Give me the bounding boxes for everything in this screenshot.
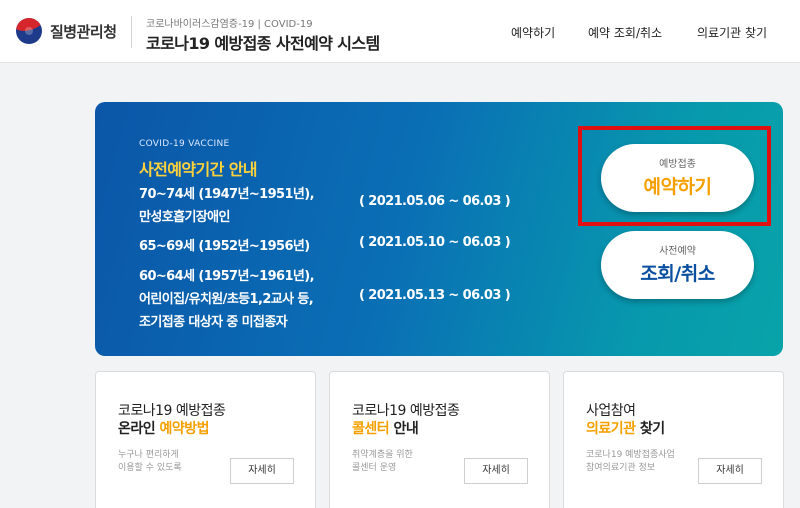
site-header: 질병관리청 코로나바이러스감염증-19 | COVID-19 코로나19 예방접… [0,0,800,63]
card-find-clinics: 사업참여 의료기관 찾기 코로나19 예방접종사업 참여의료기관 정보 자세히 [563,371,784,508]
kdca-emblem-icon [16,18,42,44]
lookup-cancel-button[interactable]: 사전예약 조회/취소 [601,231,754,299]
schedule-group-1-line-2: 만성호흡기장애인 [139,210,230,225]
card-title-highlight: 예약방법 [159,421,210,437]
schedule-group-2-line-1: 65~69세 (1952년~1956년) [139,239,310,254]
details-button[interactable]: 자세히 [230,458,294,484]
logo-text: 질병관리청 [50,22,117,41]
card-title-highlight: 의료기관 [586,421,636,437]
card-desc-line-2: 이용할 수 있도록 [118,463,182,473]
card-title-highlight: 콜센터 [352,421,390,437]
schedule-group-3-line-1: 60~64세 (1957년~1961년), [139,269,315,284]
card-desc-line-2: 콜센터 운영 [352,463,397,473]
card-title-plain: 온라인 [118,421,160,437]
card-online-booking-guide: 코로나19 예방접종 온라인 예약방법 누구나 편리하게 이용할 수 있도록 자… [95,371,316,508]
kdca-logo[interactable]: 질병관리청 [16,18,117,44]
lookup-button-label: 조회/취소 [640,263,715,285]
page-title: 코로나19 예방접종 사전예약 시스템 [146,34,380,53]
card-title-line-2: 콜센터 안내 [352,420,459,438]
header-divider [131,16,132,48]
card-title-suffix: 찾기 [635,421,665,437]
card-title-suffix: 안내 [389,421,419,437]
card-call-center: 코로나19 예방접종 콜센터 안내 취약계층을 위한 콜센터 운영 자세히 [329,371,550,508]
details-button[interactable]: 자세히 [698,458,762,484]
card-title-line-1: 사업참여 [586,403,636,419]
card-desc-line-2: 참여의료기관 정보 [586,463,656,473]
nav-find-clinic[interactable]: 의료기관 찾기 [697,24,767,41]
schedule-group-2-period: ( 2021.05.10 ~ 06.03 ) [359,235,511,250]
card-title: 코로나19 예방접종 온라인 예약방법 [118,402,226,438]
card-description: 코로나19 예방접종사업 참여의료기관 정보 [586,449,675,475]
banner-heading: 사전예약기간 안내 [139,160,258,179]
card-title: 코로나19 예방접종 콜센터 안내 [352,402,460,438]
card-title-line-2: 의료기관 찾기 [586,420,665,438]
card-description: 누구나 편리하게 이용할 수 있도록 [118,449,182,475]
schedule-group-1-period: ( 2021.05.06 ~ 06.03 ) [359,194,511,209]
card-description: 취약계층을 위한 콜센터 운영 [352,449,413,475]
details-button[interactable]: 자세히 [464,458,528,484]
card-title-line-2: 온라인 예약방법 [118,420,225,438]
schedule-group-3-period: ( 2021.05.13 ~ 06.03 ) [359,288,511,303]
book-vaccination-button[interactable]: 예방접종 예약하기 [601,144,754,212]
schedule-group-1-line-1: 70~74세 (1947년~1951년), [139,187,315,202]
lookup-button-caption: 사전예약 [659,246,696,257]
schedule-group-3-line-3: 조기접종 대상자 중 미접종자 [139,315,288,330]
schedule-group-3-line-2: 어린이집/유치원/초등1,2교사 등, [139,292,314,307]
nav-lookup-cancel[interactable]: 예약 조회/취소 [588,24,662,41]
card-desc-line-1: 코로나19 예방접종사업 [586,450,675,460]
card-title-line-1: 코로나19 예방접종 [352,403,460,419]
book-button-label: 예약하기 [643,176,712,198]
card-title-line-1: 코로나19 예방접종 [118,403,226,419]
book-button-caption: 예방접종 [659,159,696,170]
header-subtitle: 코로나바이러스감염증-19 | COVID-19 [146,19,313,30]
banner-eyebrow: COVID-19 VACCINE [139,139,230,149]
card-desc-line-1: 누구나 편리하게 [118,450,179,460]
nav-book[interactable]: 예약하기 [511,24,555,41]
card-desc-line-1: 취약계층을 위한 [352,450,413,460]
card-title: 사업참여 의료기관 찾기 [586,402,665,438]
